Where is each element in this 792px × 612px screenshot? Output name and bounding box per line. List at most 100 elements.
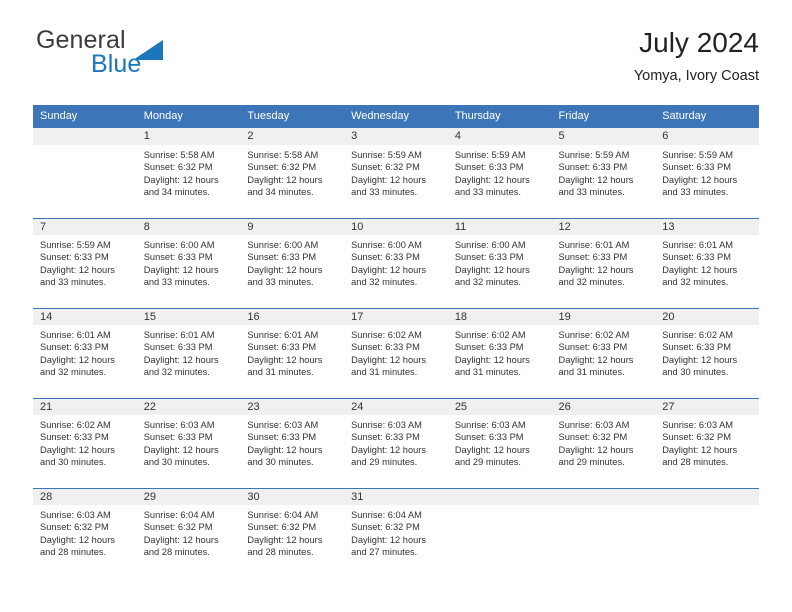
sunset-time: Sunset: 6:32 PM	[40, 522, 109, 533]
sunrise-time: Sunrise: 5:59 AM	[662, 150, 734, 160]
calendar-cell-empty	[447, 488, 552, 578]
calendar-day-cell[interactable]: 3 Sunrise: 5:59 AM Sunset: 6:32 PM Daylight…	[344, 128, 448, 218]
calendar-cell-inner: 11 Sunrise: 6:00 AM Sunset: 6:33 PM Dayligh…	[447, 218, 552, 308]
page-header: General Blue July 2024 Yomya, Ivory Coas…	[33, 26, 759, 98]
day-details: Sunrise: 6:04 AM Sunset: 6:32 PM Daylight:…	[137, 505, 241, 559]
day-number: 22	[136, 398, 241, 415]
calendar-day-cell[interactable]: 2 Sunrise: 5:58 AM Sunset: 6:32 PM Daylight…	[240, 128, 345, 218]
logo-text-blue: Blue	[91, 50, 142, 78]
calendar-cell-inner	[655, 488, 759, 578]
calendar-day-cell[interactable]: 15 Sunrise: 6:01 AM Sunset: 6:33 PM Dayligh…	[136, 308, 241, 398]
daylight-duration-line2: and 32 minutes.	[454, 277, 521, 288]
title-block: July 2024 Yomya, Ivory Coast	[634, 26, 759, 85]
calendar-cell-inner: 30 Sunrise: 6:04 AM Sunset: 6:32 PM Dayligh…	[240, 488, 345, 578]
daylight-duration-line1: Daylight: 12 hours	[247, 444, 323, 455]
sunset-time: Sunset: 6:33 PM	[558, 252, 628, 263]
calendar-day-cell[interactable]: 5 Sunrise: 5:59 AM Sunset: 6:33 PM Daylight…	[551, 128, 656, 218]
day-details: Sunrise: 6:00 AM Sunset: 6:33 PM Daylight:…	[448, 235, 552, 289]
daylight-duration-line2: and 33 minutes.	[558, 187, 625, 198]
sunrise-time: Sunrise: 6:02 AM	[662, 330, 734, 340]
calendar-cell-inner: 14 Sunrise: 6:01 AM Sunset: 6:33 PM Dayligh…	[33, 308, 137, 398]
calendar-table: Sunday Monday Tuesday Wednesday Thursday…	[33, 105, 759, 578]
sunrise-time: Sunrise: 6:03 AM	[351, 420, 422, 430]
calendar-cell-inner: 7 Sunrise: 5:59 AM Sunset: 6:33 PM Daylight…	[33, 218, 137, 308]
sunrise-time: Sunrise: 6:01 AM	[247, 330, 319, 340]
sunset-time: Sunset: 6:33 PM	[662, 162, 731, 173]
sunset-time: Sunset: 6:33 PM	[351, 342, 420, 353]
calendar-day-cell[interactable]: 4 Sunrise: 5:59 AM Sunset: 6:33 PM Daylight…	[447, 128, 552, 218]
calendar-day-cell[interactable]: 19 Sunrise: 6:02 AM Sunset: 6:33 PM Dayligh…	[551, 308, 656, 398]
calendar-day-cell[interactable]: 20 Sunrise: 6:02 AM Sunset: 6:33 PM Dayligh…	[655, 308, 759, 398]
calendar-cell-inner: 19 Sunrise: 6:02 AM Sunset: 6:33 PM Dayligh…	[551, 308, 656, 398]
day-details: Sunrise: 5:59 AM Sunset: 6:33 PM Daylight:…	[655, 145, 759, 199]
sunrise-time: Sunrise: 6:01 AM	[662, 240, 734, 250]
sunset-time: Sunset: 6:33 PM	[454, 162, 524, 173]
calendar-day-cell[interactable]: 12 Sunrise: 6:01 AM Sunset: 6:33 PM Dayligh…	[551, 218, 656, 308]
daylight-duration-line2: and 34 minutes.	[143, 187, 210, 198]
sunset-time: Sunset: 6:32 PM	[143, 522, 213, 533]
daylight-duration-line2: and 29 minutes.	[351, 457, 418, 468]
sunset-time: Sunset: 6:33 PM	[40, 252, 109, 263]
calendar-day-cell[interactable]: 14 Sunrise: 6:01 AM Sunset: 6:33 PM Dayligh…	[33, 308, 137, 398]
day-number: 5	[551, 128, 656, 145]
calendar-day-cell[interactable]: 10 Sunrise: 6:00 AM Sunset: 6:33 PM Dayligh…	[344, 218, 448, 308]
calendar-day-cell[interactable]: 25 Sunrise: 6:03 AM Sunset: 6:33 PM Dayligh…	[447, 398, 552, 488]
daylight-duration-line1: Daylight: 12 hours	[143, 264, 219, 275]
calendar-day-cell[interactable]: 28 Sunrise: 6:03 AM Sunset: 6:32 PM Dayligh…	[33, 488, 137, 578]
daylight-duration-line1: Daylight: 12 hours	[454, 354, 530, 365]
calendar-day-cell[interactable]: 9 Sunrise: 6:00 AM Sunset: 6:33 PM Daylight…	[240, 218, 345, 308]
daylight-duration-line1: Daylight: 12 hours	[143, 534, 219, 545]
daylight-duration-line1: Daylight: 12 hours	[40, 444, 115, 455]
calendar-day-cell[interactable]: 30 Sunrise: 6:04 AM Sunset: 6:32 PM Dayligh…	[240, 488, 345, 578]
calendar-day-cell[interactable]: 16 Sunrise: 6:01 AM Sunset: 6:33 PM Dayligh…	[240, 308, 345, 398]
calendar-day-cell[interactable]: 13 Sunrise: 6:01 AM Sunset: 6:33 PM Dayligh…	[655, 218, 759, 308]
calendar-cell-inner: 25 Sunrise: 6:03 AM Sunset: 6:33 PM Dayligh…	[447, 398, 552, 488]
daylight-duration-line1: Daylight: 12 hours	[454, 174, 530, 185]
calendar-day-cell[interactable]: 17 Sunrise: 6:02 AM Sunset: 6:33 PM Dayligh…	[344, 308, 448, 398]
sunrise-time: Sunrise: 5:59 AM	[351, 150, 422, 160]
daylight-duration-line2: and 32 minutes.	[351, 277, 418, 288]
calendar-week-row: 28 Sunrise: 6:03 AM Sunset: 6:32 PM Dayligh…	[33, 488, 759, 578]
calendar-header-row: Sunday Monday Tuesday Wednesday Thursday…	[33, 105, 759, 128]
calendar-day-cell[interactable]: 21 Sunrise: 6:02 AM Sunset: 6:33 PM Dayligh…	[33, 398, 137, 488]
daylight-duration-line2: and 28 minutes.	[662, 457, 729, 468]
day-number: 1	[136, 128, 241, 145]
sunrise-time: Sunrise: 6:03 AM	[662, 420, 734, 430]
calendar-cell-empty	[551, 488, 656, 578]
calendar-day-cell[interactable]: 6 Sunrise: 5:59 AM Sunset: 6:33 PM Daylight…	[655, 128, 759, 218]
daylight-duration-line1: Daylight: 12 hours	[558, 174, 634, 185]
calendar-cell-inner: 31 Sunrise: 6:04 AM Sunset: 6:32 PM Dayligh…	[344, 488, 448, 578]
calendar-day-cell[interactable]: 8 Sunrise: 6:00 AM Sunset: 6:33 PM Daylight…	[136, 218, 241, 308]
daylight-duration-line1: Daylight: 12 hours	[351, 354, 427, 365]
column-header-friday: Friday	[551, 105, 656, 128]
calendar-day-cell[interactable]: 1 Sunrise: 5:58 AM Sunset: 6:32 PM Daylight…	[136, 128, 241, 218]
daylight-duration-line2: and 29 minutes.	[454, 457, 521, 468]
calendar-day-cell[interactable]: 22 Sunrise: 6:03 AM Sunset: 6:33 PM Dayligh…	[136, 398, 241, 488]
sunset-time: Sunset: 6:32 PM	[247, 162, 317, 173]
day-details	[552, 505, 656, 509]
calendar-day-cell[interactable]: 7 Sunrise: 5:59 AM Sunset: 6:33 PM Daylight…	[33, 218, 137, 308]
general-blue-logo[interactable]: General Blue	[33, 26, 293, 88]
sunrise-time: Sunrise: 5:58 AM	[247, 150, 319, 160]
calendar-day-cell[interactable]: 26 Sunrise: 6:03 AM Sunset: 6:32 PM Dayligh…	[551, 398, 656, 488]
daylight-duration-line1: Daylight: 12 hours	[558, 444, 634, 455]
calendar-day-cell[interactable]: 23 Sunrise: 6:03 AM Sunset: 6:33 PM Dayligh…	[240, 398, 345, 488]
daylight-duration-line1: Daylight: 12 hours	[662, 354, 738, 365]
calendar-cell-inner: 12 Sunrise: 6:01 AM Sunset: 6:33 PM Dayligh…	[551, 218, 656, 308]
calendar-day-cell[interactable]: 11 Sunrise: 6:00 AM Sunset: 6:33 PM Dayligh…	[447, 218, 552, 308]
calendar-day-cell[interactable]: 31 Sunrise: 6:04 AM Sunset: 6:32 PM Dayligh…	[344, 488, 448, 578]
calendar-day-cell[interactable]: 29 Sunrise: 6:04 AM Sunset: 6:32 PM Dayligh…	[136, 488, 241, 578]
sunset-time: Sunset: 6:33 PM	[247, 342, 317, 353]
sunrise-time: Sunrise: 6:04 AM	[351, 510, 422, 520]
day-details: Sunrise: 5:59 AM Sunset: 6:33 PM Daylight:…	[552, 145, 656, 199]
column-header-saturday: Saturday	[655, 105, 759, 128]
calendar-cell-empty	[655, 488, 759, 578]
calendar-day-cell[interactable]: 18 Sunrise: 6:02 AM Sunset: 6:33 PM Dayligh…	[447, 308, 552, 398]
calendar-day-cell[interactable]: 27 Sunrise: 6:03 AM Sunset: 6:32 PM Dayligh…	[655, 398, 759, 488]
daylight-duration-line2: and 31 minutes.	[454, 367, 521, 378]
page-subtitle: Yomya, Ivory Coast	[633, 68, 759, 84]
day-number: 11	[447, 218, 552, 235]
daylight-duration-line2: and 27 minutes.	[351, 547, 418, 558]
day-number: 16	[240, 308, 345, 325]
calendar-day-cell[interactable]: 24 Sunrise: 6:03 AM Sunset: 6:33 PM Dayligh…	[344, 398, 448, 488]
